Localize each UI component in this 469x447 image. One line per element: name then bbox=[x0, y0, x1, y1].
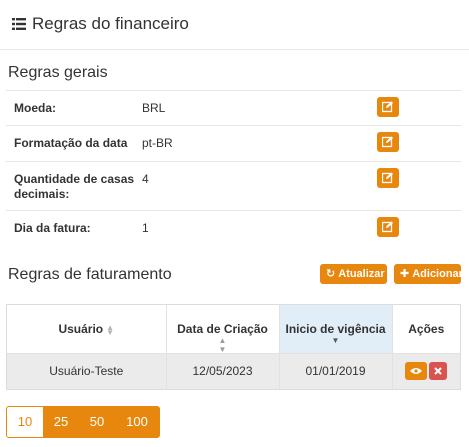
edit-date-format-button[interactable] bbox=[377, 132, 399, 152]
edit-icon bbox=[382, 221, 393, 233]
refresh-icon: ↻ bbox=[326, 268, 336, 280]
sort-desc-icon: ▼ bbox=[331, 336, 340, 345]
sort-icon: ▲ ▼ bbox=[218, 336, 227, 354]
page-size-100[interactable]: 100 bbox=[115, 407, 159, 437]
refresh-button[interactable]: ↻ Atualizar bbox=[320, 264, 387, 284]
sort-icon: ▲ ▼ bbox=[106, 322, 115, 337]
rule-value: 1 bbox=[142, 210, 377, 245]
edit-icon bbox=[382, 136, 393, 148]
delete-button[interactable] bbox=[429, 362, 448, 381]
edit-icon bbox=[382, 172, 393, 184]
table-row: Usuário-Teste 12/05/2023 01/01/2019 bbox=[7, 353, 460, 389]
cell-actions bbox=[392, 353, 460, 389]
view-button[interactable] bbox=[405, 362, 428, 381]
column-header-start[interactable]: Inicio de vigência ▼ bbox=[279, 305, 393, 354]
cell-user: Usuário-Teste bbox=[7, 353, 167, 389]
edit-invoice-day-button[interactable] bbox=[377, 217, 399, 237]
page-size-selector: 10 25 50 100 bbox=[6, 406, 160, 438]
rule-row-invoice-day: Dia da fatura: 1 bbox=[6, 210, 461, 245]
rule-value: 4 bbox=[142, 161, 377, 211]
rule-label: Dia da fatura: bbox=[6, 210, 142, 245]
cell-start: 01/01/2019 bbox=[279, 353, 393, 389]
list-icon bbox=[12, 18, 26, 30]
page-size-50[interactable]: 50 bbox=[79, 407, 115, 437]
add-label: Adicionar bbox=[412, 268, 463, 280]
column-header-user[interactable]: Usuário ▲ ▼ bbox=[7, 305, 167, 354]
edit-decimals-button[interactable] bbox=[377, 168, 399, 188]
rule-row-decimals: Quantidade de casas decimais: 4 bbox=[6, 161, 461, 211]
page-title: Regras do financeiro bbox=[32, 14, 189, 33]
cell-created: 12/05/2023 bbox=[166, 353, 280, 389]
edit-icon bbox=[382, 101, 393, 113]
rule-label: Formatação da data bbox=[6, 125, 142, 162]
page-size-25[interactable]: 25 bbox=[43, 407, 79, 437]
plus-icon: ✚ bbox=[400, 268, 410, 280]
rule-row-date-format: Formatação da data pt-BR bbox=[6, 125, 461, 162]
edit-currency-button[interactable] bbox=[377, 97, 399, 117]
refresh-label: Atualizar bbox=[338, 268, 385, 280]
column-header-created[interactable]: Data de Criação ▲ ▼ bbox=[166, 305, 280, 354]
column-header-actions: Ações bbox=[392, 305, 460, 354]
rule-label: Moeda: bbox=[6, 90, 142, 126]
billing-rules-title: Regras de faturamento bbox=[8, 266, 172, 283]
page-header: Regras do financeiro bbox=[0, 0, 469, 50]
rule-value: pt-BR bbox=[142, 125, 377, 162]
eye-icon bbox=[410, 368, 423, 375]
rule-value: BRL bbox=[142, 90, 377, 126]
close-icon bbox=[434, 367, 442, 375]
billing-rules-grid: Usuário ▲ ▼ Data de Criação ▲ ▼ Inicio de v… bbox=[6, 304, 461, 390]
rule-label: Quantidade de casas decimais: bbox=[6, 161, 142, 211]
page-size-10[interactable]: 10 bbox=[7, 407, 43, 437]
general-rules-table: Moeda: BRL Formatação da data pt-BR Quan… bbox=[6, 90, 461, 245]
general-rules-title: Regras gerais bbox=[8, 64, 108, 81]
add-button[interactable]: ✚ Adicionar bbox=[394, 264, 463, 284]
rule-row-currency: Moeda: BRL bbox=[6, 90, 461, 126]
